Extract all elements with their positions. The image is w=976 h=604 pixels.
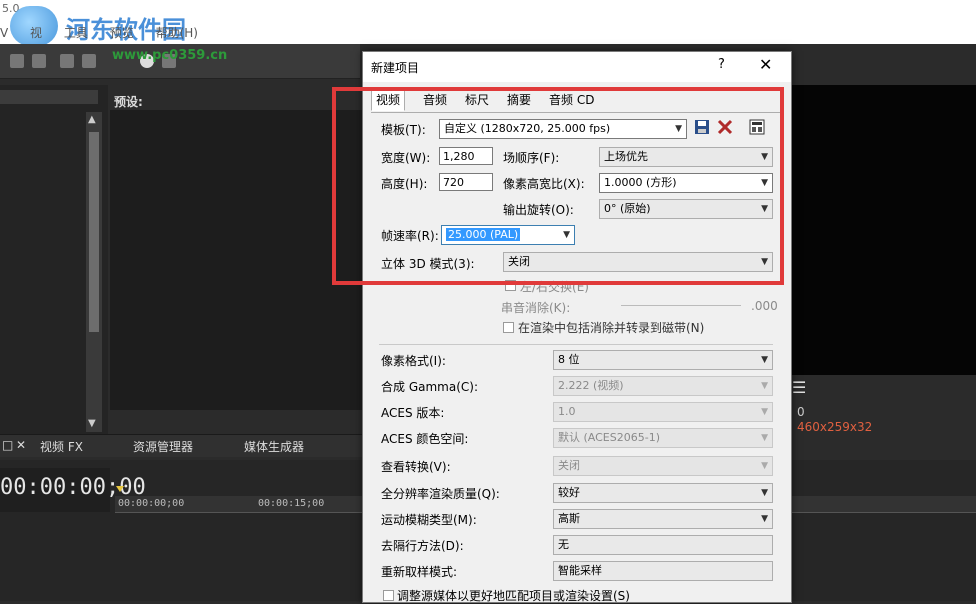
video-preview [790,85,976,375]
explorer-header [0,90,98,104]
scroll-down-icon[interactable]: ▼ [88,418,96,429]
ruler-mark-start: 00:00:00;00 [118,498,185,509]
include-crosstalk-label: 在渲染中包括消除并转录到磁带(N) [518,321,705,335]
explorer-scrollbar[interactable] [86,112,102,432]
view-transform-value: 关闭 [558,459,580,472]
aces-color-space-label: ACES 颜色空间: [381,432,469,446]
adjust-source-checkbox[interactable] [383,590,394,601]
undo-icon[interactable] [60,54,74,68]
chevron-down-icon: ▼ [761,488,768,498]
pixel-format-select[interactable]: 8 位 ▼ [553,350,773,370]
tab-media-generator[interactable]: 媒体生成器 [244,438,304,455]
aces-color-space-select[interactable]: 默认 (ACES2065-1) ▼ [553,428,773,448]
chevron-down-icon: ▼ [761,407,768,417]
deinterlace-label: 去隔行方法(D): [381,539,464,553]
playhead-marker[interactable] [116,486,124,492]
dialog-title: 新建项目 [371,61,420,75]
motion-blur-select[interactable]: 高斯 ▼ [553,509,773,529]
crosstalk-label: 串音消除(K): [501,301,571,315]
close-icon[interactable]: ✕ [759,55,772,74]
resample-label: 重新取样模式: [381,565,458,579]
gamma-select[interactable]: 2.222 (视频) ▼ [553,376,773,396]
preview-frame-value: 0 [797,405,805,419]
highlight-box [332,87,784,285]
dialog-titlebar [363,52,791,82]
tab-video-fx[interactable]: 视频 FX [40,438,83,455]
menu-bar: V 视 工具 预览 帮助(H) [0,24,216,41]
bottom-tabs: □ ✕ 视频 FX 资源管理器 媒体生成器 [0,434,362,457]
aces-version-value: 1.0 [558,405,576,418]
aces-version-label: ACES 版本: [381,406,445,420]
chevron-down-icon: ▼ [761,461,768,471]
gamma-value: 2.222 (视频) [558,379,624,392]
separator [379,344,773,345]
motion-blur-value: 高斯 [558,512,580,525]
menu-item-v[interactable]: V [0,26,8,40]
menu-item-preview[interactable]: 预览 [110,26,134,40]
watermark-url: www.pc0359.cn [112,48,228,63]
render-quality-value: 较好 [558,486,580,499]
chevron-down-icon: ▼ [761,381,768,391]
window-icon[interactable]: □ [2,438,13,452]
preset-panel [110,110,362,410]
render-quality-select[interactable]: 较好 ▼ [553,483,773,503]
preview-size-value: 460x259x32 [797,420,873,434]
menu-item-view[interactable]: 视 [30,26,42,40]
aces-color-space-value: 默认 (ACES2065-1) [558,431,660,444]
deinterlace-select[interactable]: 无 [553,535,773,555]
aces-version-select[interactable]: 1.0 ▼ [553,402,773,422]
resample-value: 智能采样 [558,564,602,577]
chevron-down-icon: ▼ [761,433,768,443]
redo-icon[interactable] [82,54,96,68]
scroll-up-icon[interactable]: ▲ [88,114,96,125]
adjust-source-label: 调整源媒体以更好地匹配项目或渲染设置(S) [397,589,630,603]
render-quality-label: 全分辨率渲染质量(Q): [381,487,500,501]
close-tab-icon[interactable]: ✕ [16,438,26,452]
resample-select[interactable]: 智能采样 [553,561,773,581]
motion-blur-label: 运动模糊类型(M): [381,513,477,527]
crosstalk-value: .000 [751,299,778,313]
menu-item-tools[interactable]: 工具 [64,26,88,40]
crosstalk-slider[interactable] [621,305,741,306]
menu-item-help[interactable]: 帮助(H) [156,26,198,40]
chevron-down-icon: ▼ [761,355,768,365]
view-transform-label: 查看转换(V): [381,460,451,474]
pixel-format-label: 像素格式(I): [381,354,446,368]
view-transform-select[interactable]: 关闭 ▼ [553,456,773,476]
open-icon[interactable] [32,54,46,68]
pixel-format-value: 8 位 [558,353,580,366]
preset-label: 预设: [114,95,143,109]
include-crosstalk-checkbox[interactable] [503,322,514,333]
hamburger-menu-icon[interactable]: ☰ [792,378,806,397]
deinterlace-value: 无 [558,538,569,551]
tab-explorer[interactable]: 资源管理器 [133,438,193,455]
gamma-label: 合成 Gamma(C): [381,380,478,394]
help-button[interactable]: ? [718,57,725,72]
ruler-mark-15s: 00:00:15;00 [258,498,325,509]
chevron-down-icon: ▼ [761,514,768,524]
new-icon[interactable] [10,54,24,68]
